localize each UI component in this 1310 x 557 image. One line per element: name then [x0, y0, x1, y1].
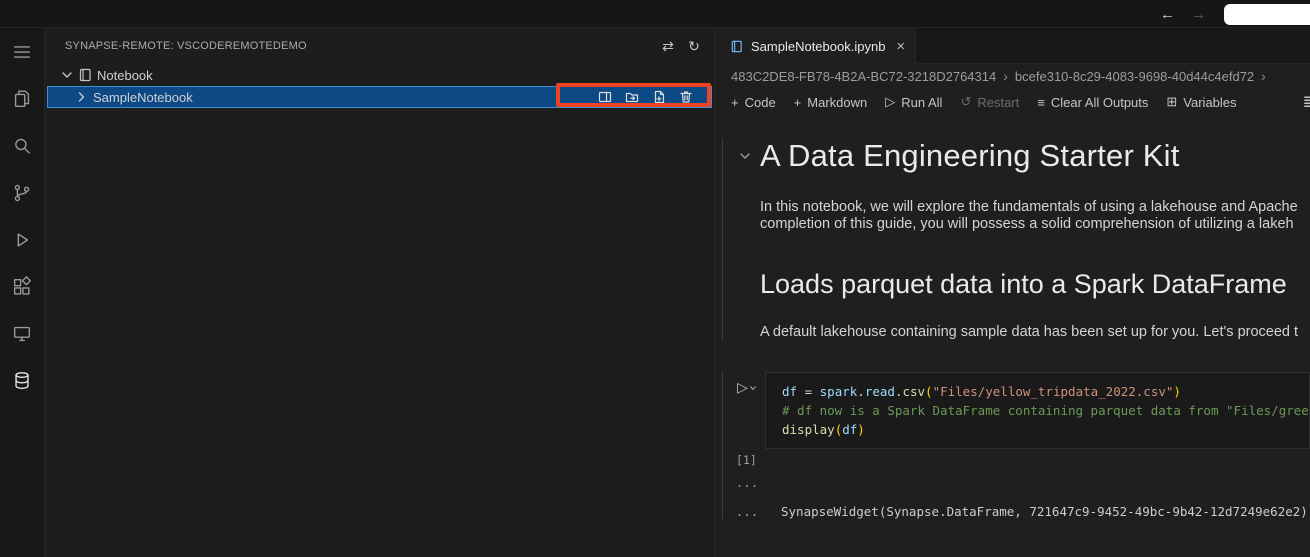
run-cell-icon: ▷ [737, 379, 748, 395]
restart-kernel-button: ↺ Restart [960, 94, 1020, 110]
output-collapsed-indicator[interactable]: ... [729, 475, 765, 490]
export-notebook-icon[interactable] [624, 89, 640, 105]
execution-count: [1] [736, 453, 757, 467]
delete-notebook-icon[interactable] [678, 89, 694, 105]
activity-bar-item-search[interactable] [0, 122, 45, 169]
markdown-paragraph: In this notebook, we will explore the fu… [760, 199, 1298, 215]
output-text: SynapseWidget(Synapse.DataFrame, 721647c… [781, 504, 1308, 519]
source-control-icon [14, 184, 30, 201]
tree-item-label: Notebook [97, 67, 153, 83]
tree-item-label: SampleNotebook [93, 89, 193, 105]
tree-item-samplenotebook[interactable]: SampleNotebook [47, 86, 712, 108]
tab-samplenotebook[interactable]: SampleNotebook.ipynb × [715, 28, 917, 64]
notebook-editor: A Data Engineering Starter Kit In this n… [715, 116, 1310, 557]
activity-bar-item-run-debug[interactable] [0, 216, 45, 263]
run-all-icon: ▷ [885, 94, 896, 109]
cell-gutter: ▷ [729, 372, 765, 449]
breadcrumb: 483C2DE8-FB78-4B2A-BC72-3218D2764314 › b… [715, 64, 1310, 88]
run-cell-button[interactable]: ▷ [737, 380, 757, 449]
breadcrumb-item[interactable]: bcefe310-8c29-4083-9698-40d44c4efd72 [1015, 69, 1254, 84]
notebook-heading-2: Loads parquet data into a Spark DataFram… [760, 269, 1287, 299]
tab-label: SampleNotebook.ipynb [751, 38, 886, 54]
open-notebook-icon[interactable] [597, 89, 613, 105]
run-debug-icon [17, 232, 29, 247]
breadcrumb-separator-icon: › [1003, 68, 1008, 84]
activity-bar [0, 28, 45, 557]
markdown-cell[interactable]: A Data Engineering Starter Kit In this n… [722, 138, 1310, 341]
notebook-heading-1: A Data Engineering Starter Kit [760, 138, 1180, 173]
activity-bar-item-remote-explorer[interactable] [0, 310, 45, 357]
refresh-icon[interactable]: ↻ [688, 38, 700, 55]
tree-item-actions [597, 89, 712, 105]
restart-icon: ↺ [960, 94, 972, 109]
markdown-paragraph: completion of this guide, you will posse… [760, 216, 1294, 232]
activity-bar-item-extensions[interactable] [0, 263, 45, 310]
close-tab-icon[interactable]: × [896, 38, 905, 55]
notebook-toolbar: + Code + Markdown ▷ Run All ↺ Restart ≡ … [715, 88, 1310, 116]
breadcrumb-separator-icon: › [1261, 68, 1266, 84]
ipynb-file-icon [731, 40, 742, 52]
history-navigation: ← → [1160, 0, 1206, 28]
sidebar-header: SYNAPSE-REMOTE: VSCODEREMOTEDEMO ⇄ ↻ [45, 28, 714, 64]
sync-icon[interactable]: ⇄ [662, 38, 674, 55]
synapse-icon [15, 371, 29, 389]
menu-icon [13, 45, 31, 58]
notebook-tree: Notebook SampleNotebook [45, 64, 714, 108]
variables-button[interactable]: ⊞ Variables [1158, 92, 1244, 112]
notebook-icon [79, 68, 91, 82]
search-icon [15, 138, 30, 154]
sidebar-synapse-remote: SYNAPSE-REMOTE: VSCODEREMOTEDEMO ⇄ ↻ Not… [45, 28, 715, 557]
clear-all-outputs-button[interactable]: ≡ Clear All Outputs [1029, 93, 1156, 112]
remote-explorer-icon [13, 326, 31, 341]
variables-icon: ⊞ [1166, 94, 1178, 109]
code-lines[interactable]: df = spark.read.csv("Files/yellow_tripda… [765, 372, 1310, 449]
chevron-right-icon [78, 92, 85, 102]
chevron-down-icon [62, 72, 72, 78]
add-code-cell-button[interactable]: + Code [723, 93, 784, 112]
editor-area: SampleNotebook.ipynb × 483C2DE8-FB78-4B2… [715, 28, 1310, 557]
run-all-button[interactable]: ▷ Run All [877, 92, 950, 112]
history-forward-icon[interactable]: → [1191, 6, 1206, 23]
menu-button[interactable] [0, 28, 45, 75]
tab-bar: SampleNotebook.ipynb × [715, 28, 1310, 64]
sidebar-title: SYNAPSE-REMOTE: VSCODEREMOTEDEMO [65, 40, 307, 52]
explorer-icon [14, 90, 30, 107]
toolbar-overflow-icon[interactable]: ≣ [1303, 92, 1310, 112]
output-gutter-indicator[interactable]: ... [729, 504, 765, 519]
tree-item-notebook[interactable]: Notebook [45, 64, 714, 86]
markdown-paragraph: A default lakehouse containing sample da… [760, 324, 1299, 340]
code-cell[interactable]: ▷ df = spark.read.csv("Files/yellow_trip… [722, 372, 1310, 519]
collapse-cell-icon[interactable] [738, 149, 752, 163]
plus-icon: + [731, 94, 739, 110]
add-markdown-cell-button[interactable]: + Markdown [786, 93, 876, 112]
import-notebook-icon[interactable] [651, 89, 667, 105]
activity-bar-item-synapse[interactable] [0, 357, 45, 404]
title-bar: ← → [0, 0, 1310, 28]
plus-icon: + [793, 94, 802, 110]
history-back-icon[interactable]: ← [1160, 6, 1175, 23]
clear-outputs-icon: ≡ [1037, 94, 1045, 110]
breadcrumb-item[interactable]: 483C2DE8-FB78-4B2A-BC72-3218D2764314 [731, 69, 996, 84]
activity-bar-item-explorer[interactable] [0, 75, 45, 122]
titlebar-search-box[interactable] [1224, 4, 1310, 25]
activity-bar-item-source-control[interactable] [0, 169, 45, 216]
extensions-icon [13, 275, 31, 295]
run-options-chevron-icon[interactable] [749, 384, 757, 392]
